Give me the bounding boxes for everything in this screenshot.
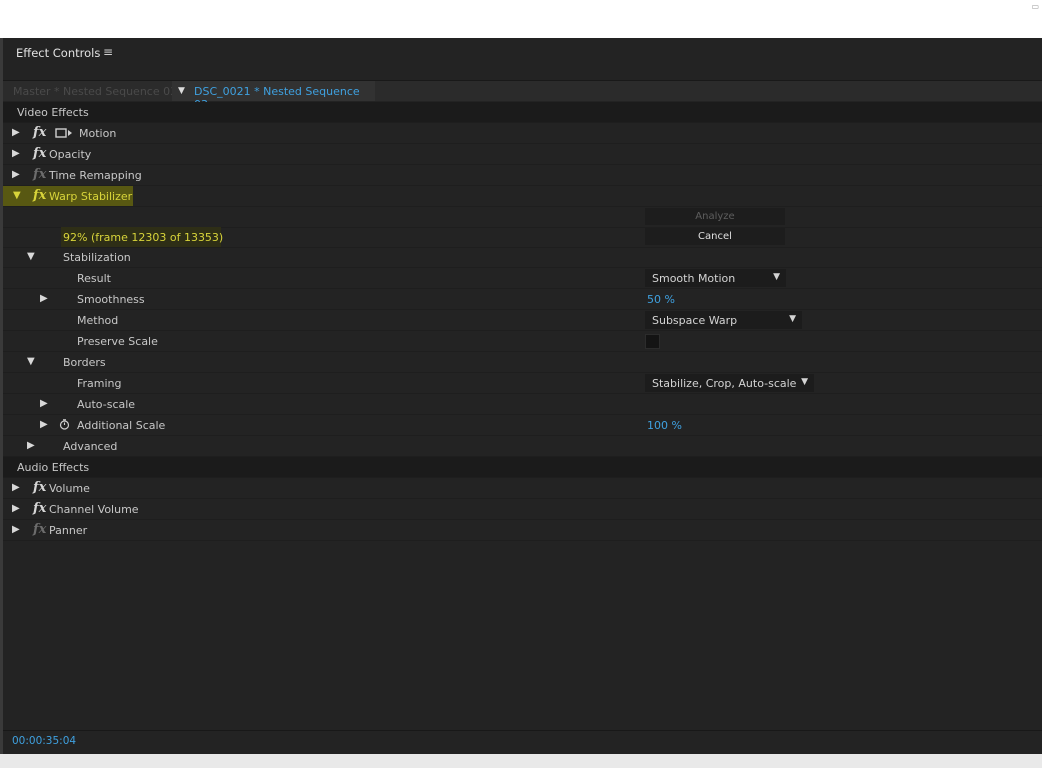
progress-row: 92% (frame 12303 of 13353) Cancel (3, 227, 1042, 248)
effect-row-motion[interactable]: ▶ fx Motion (3, 123, 1042, 144)
video-effects-header: Video Effects (3, 102, 1042, 123)
group-label-advanced: Advanced (63, 440, 118, 453)
effect-label-panner: Panner (49, 524, 88, 537)
fx-icon[interactable]: fx (33, 480, 46, 495)
stopwatch-icon[interactable] (59, 419, 70, 430)
additional-scale-value[interactable]: 100 % (647, 419, 682, 432)
expand-triangle-icon[interactable]: ▶ (12, 482, 20, 493)
property-row-method: Method Subspace Warp ▼ (3, 310, 1042, 331)
property-row-result: Result Smooth Motion ▼ (3, 268, 1042, 289)
expand-triangle-icon[interactable]: ▶ (12, 127, 20, 138)
group-row-advanced[interactable]: ▶ Advanced (3, 436, 1042, 457)
property-label-additional-scale: Additional Scale (77, 419, 166, 432)
fx-icon[interactable]: fx (33, 188, 46, 203)
group-label-borders: Borders (63, 356, 106, 369)
effect-row-opacity[interactable]: ▶ fx Opacity (3, 144, 1042, 165)
group-row-stabilization[interactable]: ▼ Stabilization (3, 247, 1042, 268)
group-row-borders[interactable]: ▼ Borders (3, 352, 1042, 373)
chevron-down-icon[interactable]: ▼ (773, 272, 780, 282)
video-effects-label: Video Effects (17, 106, 89, 119)
expand-triangle-icon[interactable]: ▶ (27, 440, 35, 451)
expand-triangle-icon[interactable]: ▶ (40, 293, 48, 304)
property-row-smoothness: ▶ Smoothness 50 % (3, 289, 1042, 310)
effect-label-volume: Volume (49, 482, 90, 495)
collapse-triangle-icon[interactable]: ▼ (13, 190, 21, 201)
framing-value: Stabilize, Crop, Auto-scale (652, 377, 797, 390)
group-label-auto-scale: Auto-scale (77, 398, 136, 411)
analyze-row: Analyze (3, 207, 1042, 228)
expand-triangle-icon[interactable]: ▶ (12, 503, 20, 514)
property-label-smoothness: Smoothness (77, 293, 145, 306)
effect-label-motion: Motion (79, 127, 117, 140)
expand-triangle-icon[interactable]: ▶ (40, 398, 48, 409)
chevron-down-icon[interactable]: ▼ (801, 377, 808, 387)
smoothness-value[interactable]: 50 % (647, 293, 675, 306)
effect-row-channel-volume[interactable]: ▶ fx Channel Volume (3, 499, 1042, 520)
window-bottom-strip (0, 754, 1042, 768)
fx-icon[interactable]: fx (33, 125, 46, 140)
chevron-down-icon[interactable]: ▼ (789, 314, 796, 324)
group-row-auto-scale[interactable]: ▶ Auto-scale (3, 394, 1042, 415)
window-top-strip: ▭ (0, 0, 1042, 39)
result-value: Smooth Motion (652, 272, 736, 285)
expand-triangle-icon[interactable]: ▶ (12, 524, 20, 535)
property-row-preserve-scale: Preserve Scale (3, 331, 1042, 352)
group-label-stabilization: Stabilization (63, 251, 131, 264)
audio-effects-label: Audio Effects (17, 461, 90, 474)
footer-divider (3, 730, 1042, 731)
fx-icon[interactable]: fx (33, 146, 46, 161)
effect-label-channel-volume: Channel Volume (49, 503, 139, 516)
fx-icon: fx (33, 167, 47, 182)
fx-icon[interactable]: fx (33, 501, 46, 516)
effect-row-time-remapping[interactable]: ▶ fx Time Remapping (3, 165, 1042, 186)
current-timecode[interactable]: 00:00:35:04 (12, 735, 76, 747)
preserve-scale-checkbox[interactable] (645, 334, 660, 349)
method-dropdown[interactable]: Subspace Warp ▼ (645, 311, 802, 329)
tab-active-clip[interactable]: ▼ DSC_0021 * Nested Sequence 03 (172, 81, 375, 111)
restore-icon[interactable]: ▭ (1031, 2, 1039, 11)
effect-row-warp-stabilizer[interactable]: ▼ fx Warp Stabilizer (3, 186, 1042, 207)
collapse-triangle-icon[interactable]: ▼ (27, 251, 35, 262)
chevron-down-icon[interactable]: ▼ (178, 86, 185, 96)
effect-controls-panel: Effect Controls ≡ Master * Nested Sequen… (3, 38, 1042, 754)
sequence-tab-bar: Master * Nested Sequence 03 ▼ DSC_0021 *… (3, 81, 1042, 111)
effect-label-warp-stabilizer: Warp Stabilizer (49, 190, 133, 203)
property-label-method: Method (77, 314, 119, 327)
framing-dropdown[interactable]: Stabilize, Crop, Auto-scale ▼ (645, 374, 814, 392)
property-label-result: Result (77, 272, 111, 285)
effect-label-time-remapping: Time Remapping (49, 169, 142, 182)
cancel-button[interactable]: Cancel (645, 228, 785, 245)
tab-master-clip[interactable]: Master * Nested Sequence 03 (13, 85, 177, 98)
analyze-button[interactable]: Analyze (645, 208, 785, 225)
effect-label-opacity: Opacity (49, 148, 92, 161)
expand-triangle-icon[interactable]: ▶ (12, 169, 20, 180)
property-label-framing: Framing (77, 377, 122, 390)
property-label-preserve-scale: Preserve Scale (77, 335, 158, 348)
expand-triangle-icon[interactable]: ▶ (40, 419, 48, 430)
effect-row-volume[interactable]: ▶ fx Volume (3, 478, 1042, 499)
analysis-progress-text: 92% (frame 12303 of 13353) (63, 231, 224, 244)
expand-triangle-icon[interactable]: ▶ (12, 148, 20, 159)
panel-header: Effect Controls ≡ (3, 38, 1042, 81)
method-value: Subspace Warp (652, 314, 738, 327)
effect-row-panner[interactable]: ▶ fx Panner (3, 520, 1042, 541)
motion-transform-icon[interactable] (55, 128, 73, 138)
result-dropdown[interactable]: Smooth Motion ▼ (645, 269, 786, 287)
panel-title: Effect Controls (16, 46, 101, 60)
panel-menu-icon[interactable]: ≡ (103, 45, 113, 59)
fx-icon: fx (33, 522, 47, 537)
collapse-triangle-icon[interactable]: ▼ (27, 356, 35, 367)
property-row-additional-scale: ▶ Additional Scale 100 % (3, 415, 1042, 436)
property-row-framing: Framing Stabilize, Crop, Auto-scale ▼ (3, 373, 1042, 394)
audio-effects-header: Audio Effects (3, 457, 1042, 478)
